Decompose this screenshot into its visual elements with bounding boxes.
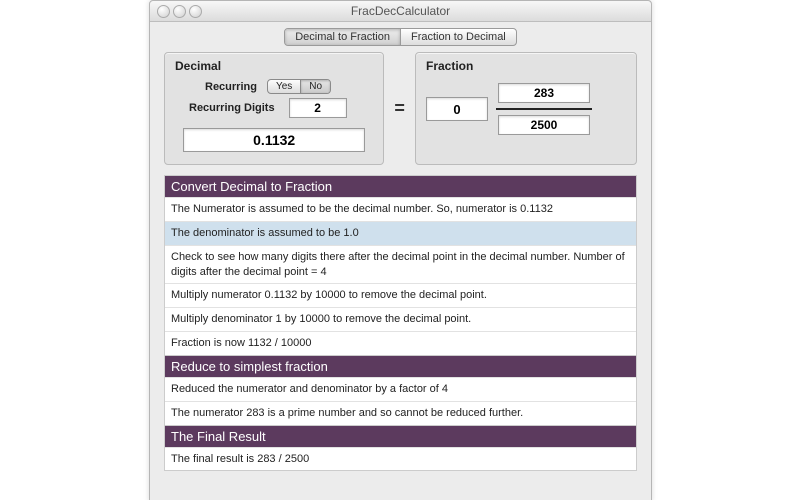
- close-icon[interactable]: [157, 5, 170, 18]
- app-window: FracDecCalculator Decimal to Fraction Fr…: [149, 0, 652, 500]
- recurring-toggle[interactable]: Yes No: [267, 79, 331, 94]
- step-text: Fraction is now 1132 / 10000: [165, 331, 636, 355]
- recurring-digits-input[interactable]: [289, 98, 347, 118]
- fraction-numerator-input[interactable]: [498, 83, 590, 103]
- fraction-panel-title: Fraction: [426, 59, 626, 73]
- step-text: Check to see how many digits there after…: [165, 245, 636, 284]
- section-heading-reduce: Reduce to simplest fraction: [165, 355, 636, 377]
- decimal-value-input[interactable]: [183, 128, 365, 152]
- fraction-denominator-input[interactable]: [498, 115, 590, 135]
- equals-label: =: [392, 52, 407, 165]
- step-text: The numerator 283 is a prime number and …: [165, 401, 636, 425]
- recurring-no[interactable]: No: [300, 80, 330, 93]
- section-heading-final: The Final Result: [165, 425, 636, 447]
- step-text: Multiply numerator 0.1132 by 10000 to re…: [165, 283, 636, 307]
- mode-tabbar: Decimal to Fraction Fraction to Decimal: [150, 22, 651, 46]
- section-heading-convert: Convert Decimal to Fraction: [165, 175, 636, 197]
- fraction-bar: [496, 108, 592, 110]
- zoom-icon[interactable]: [189, 5, 202, 18]
- mode-segmented-control[interactable]: Decimal to Fraction Fraction to Decimal: [284, 28, 517, 46]
- minimize-icon[interactable]: [173, 5, 186, 18]
- fraction-whole-input[interactable]: [426, 97, 488, 121]
- explanation-pane: Convert Decimal to Fraction The Numerato…: [164, 175, 637, 471]
- fraction-panel: Fraction: [415, 52, 637, 165]
- decimal-panel-title: Decimal: [175, 59, 373, 73]
- tab-decimal-to-fraction[interactable]: Decimal to Fraction: [285, 29, 400, 45]
- step-text: Reduced the numerator and denominator by…: [165, 377, 636, 401]
- step-text: Multiply denominator 1 by 10000 to remov…: [165, 307, 636, 331]
- recurring-yes[interactable]: Yes: [268, 80, 300, 93]
- decimal-panel: Decimal Recurring Yes No Recurring Digit…: [164, 52, 384, 165]
- recurring-label: Recurring: [205, 81, 257, 93]
- step-text: The final result is 283 / 2500: [165, 447, 636, 471]
- step-text: The denominator is assumed to be 1.0: [165, 221, 636, 245]
- step-text: The Numerator is assumed to be the decim…: [165, 197, 636, 221]
- window-title: FracDecCalculator: [351, 4, 450, 18]
- tab-fraction-to-decimal[interactable]: Fraction to Decimal: [400, 29, 516, 45]
- titlebar: FracDecCalculator: [150, 1, 651, 22]
- recurring-digits-label: Recurring Digits: [189, 102, 275, 114]
